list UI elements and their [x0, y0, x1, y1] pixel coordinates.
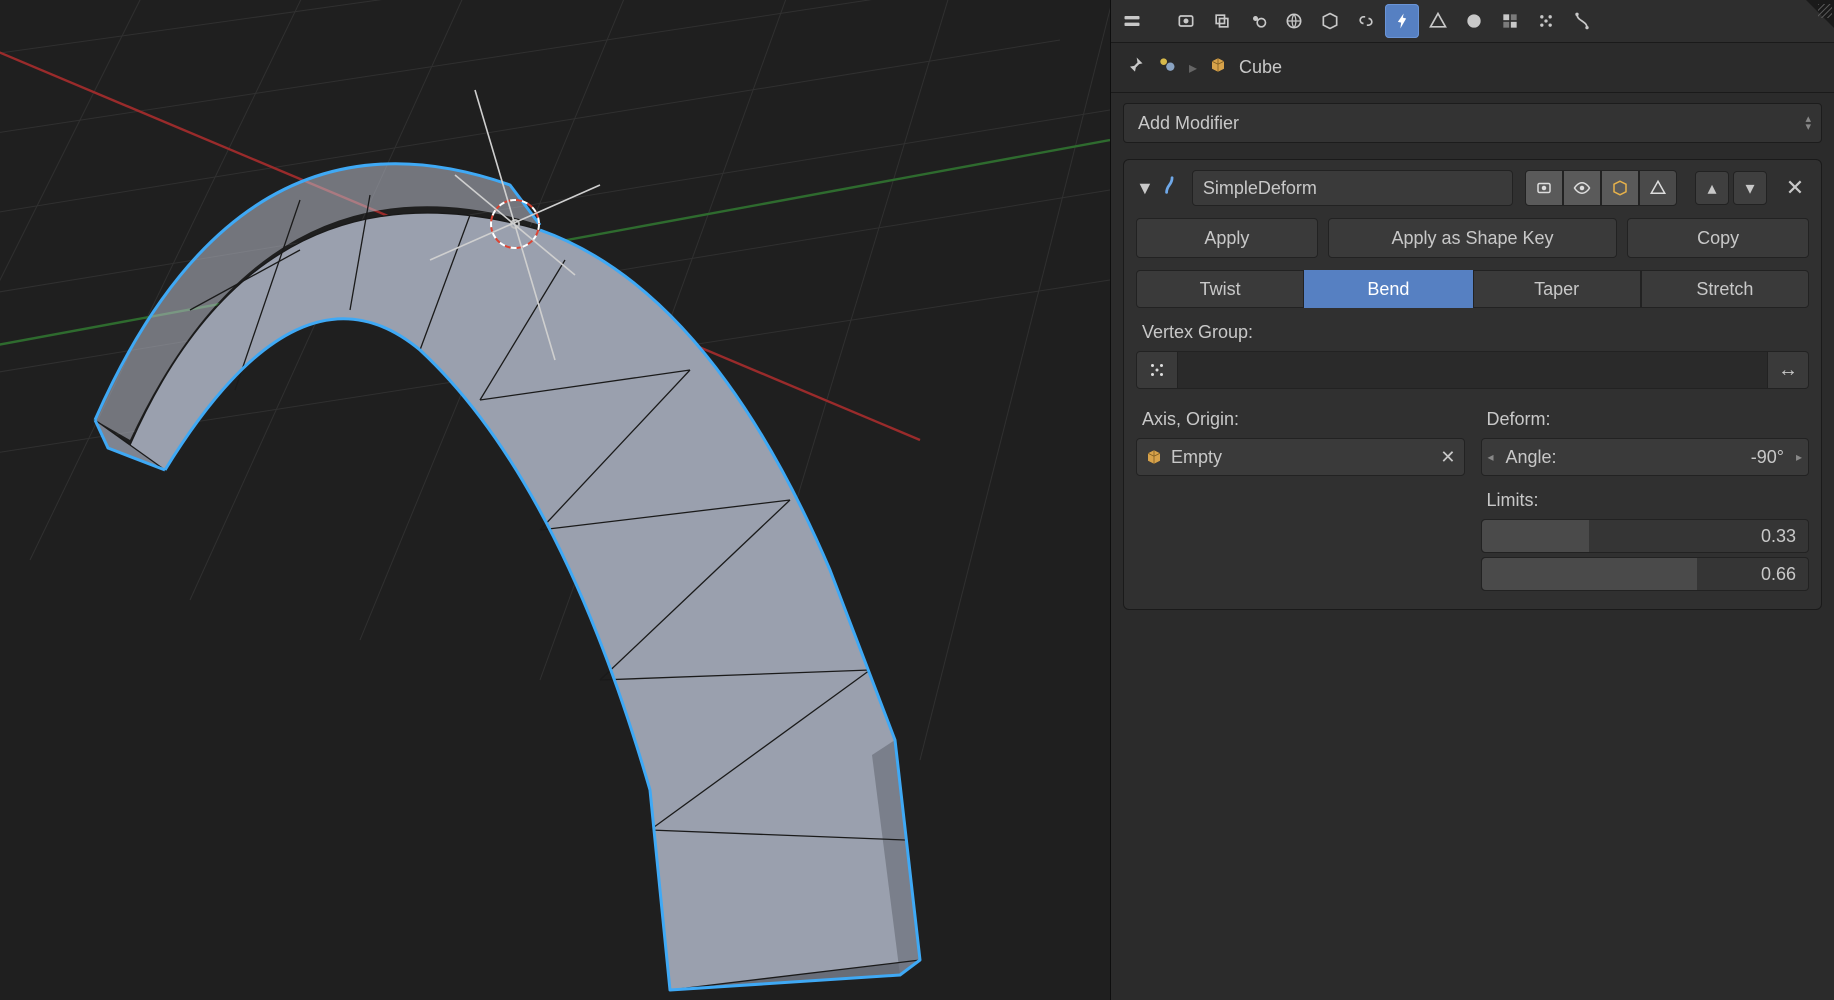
mode-taper[interactable]: Taper — [1473, 270, 1641, 308]
vertex-group-label: Vertex Group: — [1142, 322, 1807, 343]
angle-field[interactable]: ◂ Angle: -90° ▸ — [1481, 438, 1810, 476]
object-data-tab-icon[interactable] — [1421, 4, 1455, 38]
origin-object-field[interactable]: Empty ✕ — [1136, 438, 1465, 476]
properties-panel: ▸ Cube Add Modifier ▴▾ ▼ SimpleDeform — [1110, 0, 1834, 1000]
modifier-simpledeform: ▼ SimpleDeform ▴ ▾ ✕ — [1123, 159, 1822, 610]
render-layers-tab-icon[interactable] — [1205, 4, 1239, 38]
deform-label: Deform: — [1487, 409, 1808, 430]
show-viewport-toggle[interactable] — [1563, 170, 1601, 206]
clear-origin-icon[interactable]: ✕ — [1440, 447, 1455, 468]
increment-icon[interactable]: ▸ — [1796, 450, 1802, 464]
limits-label: Limits: — [1487, 490, 1808, 511]
modifiers-tab-icon[interactable] — [1385, 4, 1419, 38]
area-corner-drag[interactable] — [1806, 0, 1834, 28]
show-editmode-toggle[interactable] — [1601, 170, 1639, 206]
vertex-group-field[interactable] — [1178, 351, 1768, 389]
simpledeform-icon — [1162, 175, 1184, 202]
viewport-canvas — [0, 0, 1110, 1000]
modifier-name-text: SimpleDeform — [1203, 178, 1317, 199]
object-tab-icon[interactable] — [1313, 4, 1347, 38]
limit-lower-fill — [1482, 520, 1590, 552]
mode-twist[interactable]: Twist — [1136, 270, 1304, 308]
add-modifier-dropdown[interactable]: Add Modifier ▴▾ — [1123, 103, 1822, 143]
vertex-group-picker-icon[interactable] — [1136, 351, 1178, 389]
limit-lower-value: 0.33 — [1761, 526, 1796, 547]
vertex-group-invert-icon[interactable]: ↔ — [1768, 351, 1809, 389]
limit-upper-fill — [1482, 558, 1697, 590]
add-modifier-label: Add Modifier — [1138, 113, 1239, 134]
dropdown-arrows-icon: ▴▾ — [1805, 115, 1811, 131]
apply-button[interactable]: Apply — [1136, 218, 1318, 258]
context-breadcrumb: ▸ Cube — [1111, 43, 1834, 93]
render-tab-icon[interactable] — [1169, 4, 1203, 38]
breadcrumb-object-name: Cube — [1239, 57, 1282, 78]
limit-upper-value: 0.66 — [1761, 564, 1796, 585]
object-cube-icon — [1209, 56, 1227, 79]
mode-stretch[interactable]: Stretch — [1641, 270, 1809, 308]
world-tab-icon[interactable] — [1277, 4, 1311, 38]
move-modifier-down[interactable]: ▾ — [1733, 171, 1767, 205]
show-render-toggle[interactable] — [1525, 170, 1563, 206]
properties-tab-strip — [1111, 0, 1834, 43]
modifier-action-row: Apply Apply as Shape Key Copy — [1136, 218, 1809, 258]
mode-bend[interactable]: Bend — [1304, 270, 1472, 308]
limit-upper-slider[interactable]: 0.66 — [1481, 557, 1810, 591]
limit-lower-slider[interactable]: 0.33 — [1481, 519, 1810, 553]
particles-tab-icon[interactable] — [1529, 4, 1563, 38]
modifier-name-input[interactable]: SimpleDeform — [1192, 170, 1513, 206]
apply-shape-key-button[interactable]: Apply as Shape Key — [1328, 218, 1618, 258]
scene-icon[interactable] — [1157, 55, 1177, 80]
texture-tab-icon[interactable] — [1493, 4, 1527, 38]
show-cage-toggle[interactable] — [1639, 170, 1677, 206]
pin-icon[interactable] — [1125, 55, 1145, 80]
vertex-group-row: ↔ — [1136, 351, 1809, 389]
3d-viewport[interactable] — [0, 0, 1110, 1000]
angle-label: Angle: — [1506, 447, 1557, 468]
scene-tab-icon[interactable] — [1241, 4, 1275, 38]
constraints-tab-icon[interactable] — [1349, 4, 1383, 38]
move-modifier-up[interactable]: ▴ — [1695, 171, 1729, 205]
axis-origin-label: Axis, Origin: — [1142, 409, 1463, 430]
modifier-visibility-toggles — [1525, 170, 1677, 206]
origin-object-name: Empty — [1171, 447, 1222, 468]
deform-mode-segmented: Twist Bend Taper Stretch — [1136, 270, 1809, 308]
expand-toggle-icon[interactable]: ▼ — [1136, 178, 1154, 199]
bent-mesh[interactable] — [95, 164, 920, 990]
copy-button[interactable]: Copy — [1627, 218, 1809, 258]
breadcrumb-separator-icon: ▸ — [1189, 58, 1197, 78]
delete-modifier-button[interactable]: ✕ — [1781, 174, 1809, 202]
decrement-icon[interactable]: ◂ — [1488, 450, 1494, 464]
editor-type-icon[interactable] — [1117, 6, 1147, 36]
modifier-header: ▼ SimpleDeform ▴ ▾ ✕ — [1136, 170, 1809, 206]
physics-tab-icon[interactable] — [1565, 4, 1599, 38]
angle-value: -90° — [1751, 447, 1784, 468]
app-root: ▸ Cube Add Modifier ▴▾ ▼ SimpleDeform — [0, 0, 1834, 1000]
material-tab-icon[interactable] — [1457, 4, 1491, 38]
